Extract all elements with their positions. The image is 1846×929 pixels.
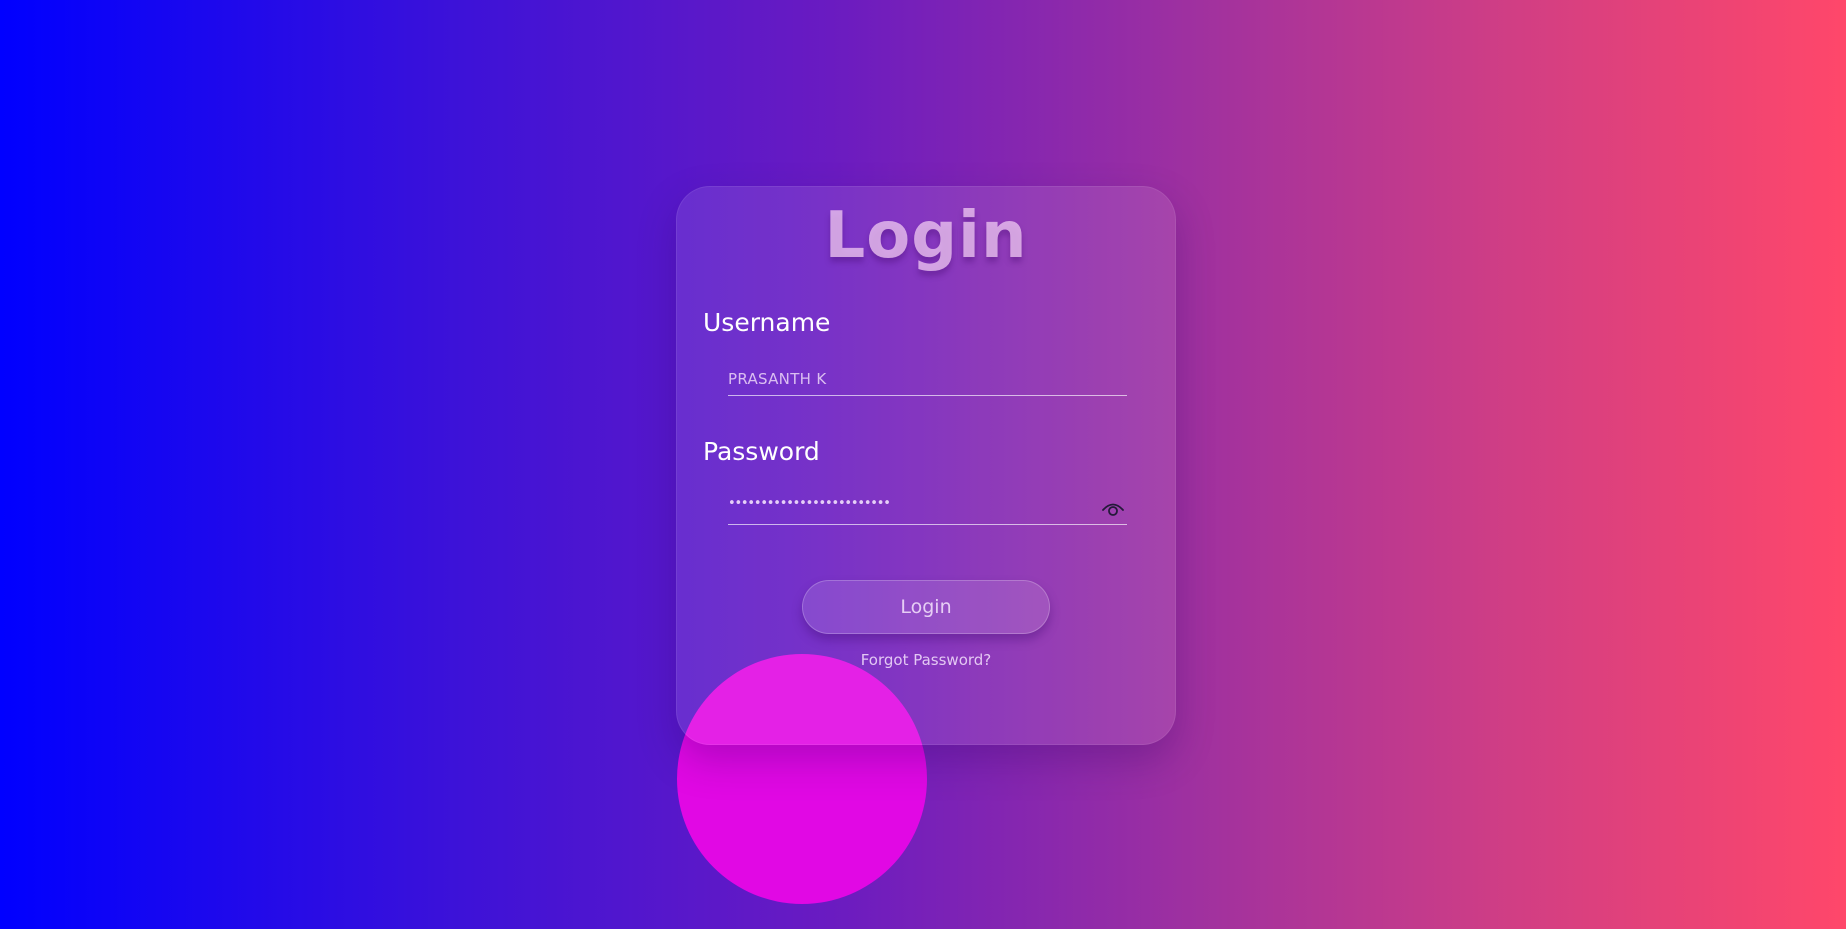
username-field-wrapper: [728, 365, 1127, 396]
password-input[interactable]: •••••••••••••••••••••••••: [728, 496, 891, 511]
eye-icon[interactable]: [1101, 497, 1125, 519]
password-field-wrapper[interactable]: •••••••••••••••••••••••••: [728, 494, 1127, 525]
forgot-password-link[interactable]: Forgot Password?: [677, 651, 1175, 669]
username-label: Username: [703, 308, 831, 337]
password-label: Password: [703, 437, 820, 466]
login-button[interactable]: Login: [802, 580, 1050, 634]
login-card: Login Username Password ••••••••••••••••…: [676, 186, 1176, 745]
username-input[interactable]: [728, 365, 1127, 393]
login-title: Login: [824, 199, 1028, 273]
login-page: Login Username Password ••••••••••••••••…: [0, 0, 1846, 929]
